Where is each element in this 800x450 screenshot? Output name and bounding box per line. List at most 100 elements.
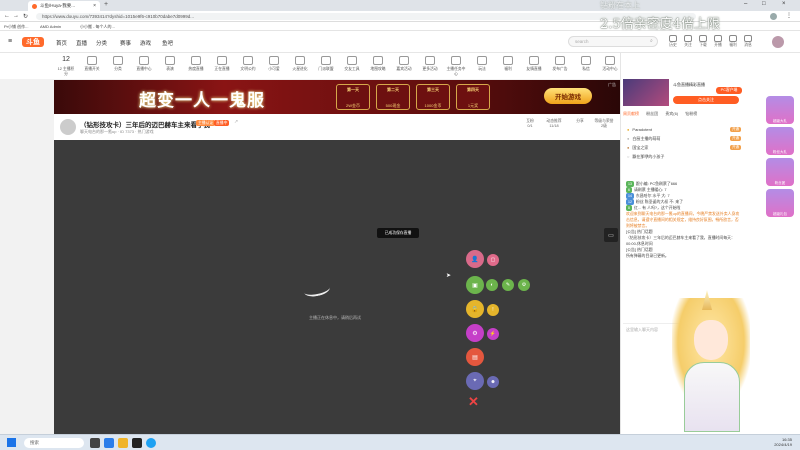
cat-item[interactable]: 嘉宾活动	[394, 56, 414, 72]
gift-card[interactable]: 超级大礼	[766, 96, 794, 124]
room-subtitle: 聊天电台的那一氪up · ID 7373 · 热门游戏	[80, 129, 154, 134]
cat-item[interactable]: 正在直播	[212, 56, 232, 72]
profile-icon[interactable]	[770, 13, 777, 20]
broadcast-icon[interactable]: 开播	[711, 35, 725, 48]
cat-item[interactable]: 发布广告	[550, 56, 570, 72]
tab-weekly[interactable]: 周贡献榜	[623, 111, 639, 116]
stat-item[interactable]: 互粉 0/1	[520, 119, 540, 128]
browser-tab[interactable]: 斗鱼/Huya-我要... ×	[28, 1, 100, 11]
radial-chat-icon[interactable]: ▣	[466, 276, 484, 294]
tab-vip[interactable]: 贵宾(6)	[665, 111, 678, 116]
video-player[interactable]: 已成功保存直播 主播正在休息中，请稍后再试 ▭ 👤 ▢ ▣ ◐ ✎ ⚙ 🔒 ! …	[54, 140, 620, 434]
stat-item[interactable]: 动态推荐 11/18	[544, 119, 564, 128]
cat-item[interactable]: 表演	[160, 56, 180, 72]
nav-live[interactable]: 直播	[76, 39, 87, 47]
list-item[interactable]: ● 白厨主播的萌萌 开通	[623, 134, 741, 143]
menu-icon[interactable]: ⋮	[786, 12, 792, 19]
tab-close-icon[interactable]: ×	[93, 3, 96, 9]
gift-card[interactable]: 超级礼包	[766, 189, 794, 217]
radial-close-icon[interactable]: ✕	[468, 394, 479, 410]
radial-mute-icon[interactable]: ◐	[486, 279, 498, 291]
search-icon[interactable]: ⌕	[650, 38, 653, 44]
radial-user-icon[interactable]: 👤	[466, 250, 484, 268]
taskbar-app-icon[interactable]	[118, 438, 128, 448]
forward-icon[interactable]: →	[13, 13, 19, 19]
pc-client-button[interactable]: PC客户端	[716, 87, 742, 94]
radial-menu-icon[interactable]: ▢	[487, 254, 499, 266]
bookmark-item[interactable]: AMD Admin	[40, 24, 61, 29]
cat-points[interactable]: 12 12 主播积分	[56, 56, 76, 77]
cat-item[interactable]: 玩法	[472, 56, 492, 72]
cat-item[interactable]: 火星进化	[290, 56, 310, 72]
radial-doc-icon[interactable]: ▤	[466, 348, 484, 366]
radial-group-icon[interactable]: ☻	[487, 376, 499, 388]
streamer-avatar[interactable]	[60, 119, 76, 135]
cat-item[interactable]: 私信	[576, 56, 596, 72]
search-input[interactable]: search	[568, 36, 658, 47]
share-icon[interactable]: ↗	[234, 119, 238, 125]
maximize-button[interactable]: □	[762, 1, 766, 7]
nav-category[interactable]: 分类	[96, 39, 107, 47]
radial-info-icon[interactable]: !	[487, 304, 499, 316]
nav-home[interactable]: 首页	[56, 39, 67, 47]
stat-item[interactable]: 等级与荣誉 2级	[594, 119, 614, 129]
cat-item[interactable]: 主播任务中心	[446, 56, 466, 77]
follow-button[interactable]: 点击关注	[673, 96, 739, 104]
taskbar-app-icon[interactable]	[90, 438, 100, 448]
nav-yuba[interactable]: 鱼吧	[162, 39, 173, 47]
radial-tool-icon[interactable]: ✎	[502, 279, 514, 291]
cat-item[interactable]: 福利	[498, 56, 518, 72]
ad-banner[interactable]: 超变一人一鬼服 第一天 2W金币 第二天 500现金 第三天 1000金币 第四天 1元…	[54, 80, 620, 114]
cat-item[interactable]: 门派联盟	[316, 56, 336, 72]
cat-item[interactable]: 直播中心	[134, 56, 154, 72]
stat-item[interactable]: 分享	[570, 119, 590, 124]
radial-gear-icon[interactable]: ⚙	[466, 324, 484, 342]
tab-fans[interactable]: 粉丝团	[646, 111, 658, 116]
cat-item[interactable]: 活动中心	[600, 56, 620, 72]
cat-item[interactable]: 分类	[108, 56, 128, 72]
follow-icon[interactable]: 关注	[681, 35, 695, 48]
history-icon[interactable]: 历史	[666, 35, 680, 48]
picture-in-picture-button[interactable]: ▭	[604, 228, 618, 242]
list-item[interactable]: ○ 飘在那咿的小孩子	[623, 152, 741, 161]
browser-taskbar-icon[interactable]	[146, 438, 156, 448]
cat-item[interactable]: 交友工具	[342, 56, 362, 72]
cat-item[interactable]: 地图攻略	[368, 56, 388, 72]
list-item[interactable]: ● Paradotent 开通	[623, 125, 741, 134]
nav-games[interactable]: 游戏	[140, 39, 151, 47]
cat-item[interactable]: 文明公约	[238, 56, 258, 72]
windows-start-icon[interactable]	[7, 438, 16, 447]
new-tab-button[interactable]: +	[104, 1, 108, 8]
user-avatar[interactable]	[772, 36, 784, 48]
list-item[interactable]: ● 国宝之家 开通	[623, 143, 741, 152]
back-icon[interactable]: ←	[4, 13, 10, 19]
close-window-button[interactable]: ×	[782, 1, 786, 7]
cat-item[interactable]: 小可爱	[264, 56, 284, 72]
gift-card[interactable]: 粉丝大礼	[766, 127, 794, 155]
url-field[interactable]: https://www.douyu.com/7393414?dyshid=101…	[36, 13, 696, 20]
download-icon[interactable]: 下载	[696, 35, 710, 48]
cat-item[interactable]: 更多活动	[420, 56, 440, 72]
bookmark-item[interactable]: Pr小铺 创作...	[4, 24, 28, 30]
cat-item[interactable]: 友情直播	[524, 56, 544, 72]
taskbar-search[interactable]: 搜索	[24, 438, 84, 448]
cat-item[interactable]: 直播开关	[82, 56, 102, 72]
taskbar-app-icon[interactable]	[104, 438, 114, 448]
radial-settings-icon[interactable]: ⚙	[518, 279, 530, 291]
anchor-thumbnail[interactable]	[623, 79, 669, 106]
nav-events[interactable]: 赛事	[120, 39, 131, 47]
cat-item[interactable]: 热度直播	[186, 56, 206, 72]
message-icon[interactable]: 消息	[741, 35, 755, 48]
tab-diamond[interactable]: 钻粉榜	[685, 111, 697, 116]
hamburger-icon[interactable]: ≡	[8, 38, 12, 45]
radial-lock-icon[interactable]: 🔒	[466, 300, 484, 318]
start-game-button[interactable]: 开始游戏	[544, 88, 592, 104]
reload-icon[interactable]: ↻	[23, 13, 28, 20]
site-logo[interactable]: 斗鱼	[22, 37, 44, 47]
gift-card[interactable]: 粉丝团	[766, 158, 794, 186]
gift-icon[interactable]: 福利	[726, 35, 740, 48]
taskbar-app-icon[interactable]	[132, 438, 142, 448]
bookmark-item[interactable]: 小小搬 - 每个人的...	[80, 24, 115, 30]
radial-antenna-icon[interactable]: ⌖	[466, 372, 484, 390]
radial-power-icon[interactable]: ⚡	[487, 328, 499, 340]
